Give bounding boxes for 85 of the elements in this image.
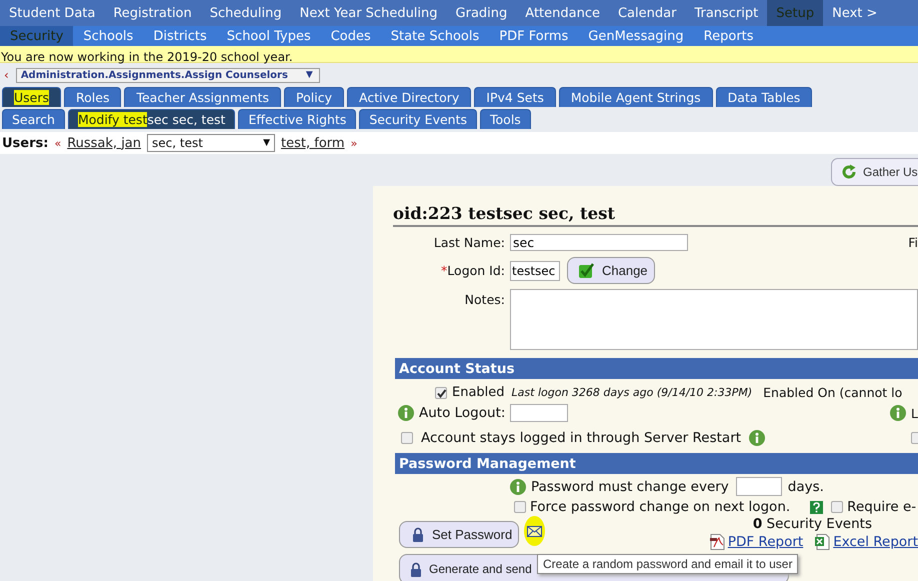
- checkbox[interactable]: [401, 432, 413, 444]
- pdf-icon: [710, 534, 725, 550]
- menu-item[interactable]: Scheduling: [200, 0, 291, 26]
- last-logon-text: Last logon 3268 days ago (9/14/10 2:33PM): [512, 386, 752, 399]
- excel-report-link[interactable]: Excel Report: [833, 534, 918, 550]
- next-user-link[interactable]: test, form: [281, 136, 345, 150]
- submenu-item[interactable]: PDF Forms: [489, 26, 578, 46]
- checkbox-label: Force password change on next logon.: [530, 499, 790, 515]
- field-label: Fi: [908, 235, 918, 250]
- info-icon: [510, 478, 526, 494]
- envelope-icon: [526, 526, 542, 536]
- lock-icon: [410, 562, 422, 576]
- tab[interactable]: Effective Rights: [238, 109, 356, 129]
- school-year-notice: You are now working in the 2019-20 school year.: [0, 50, 293, 64]
- checkbox[interactable]: [831, 501, 844, 513]
- info-icon: [749, 430, 766, 446]
- tab[interactable]: Mobile Agent Strings: [558, 87, 713, 107]
- submenu-item[interactable]: GenMessaging: [578, 26, 694, 46]
- record-title: oid:223 testsec sec, test: [393, 204, 918, 227]
- check-icon: [436, 388, 447, 398]
- tab[interactable]: Data Tables: [716, 87, 812, 107]
- previous-user-link[interactable]: Russak, jan: [67, 136, 142, 150]
- info-icon: [398, 405, 414, 421]
- tab[interactable]: Security Events: [359, 109, 478, 129]
- tab[interactable]: Tools: [480, 109, 531, 129]
- menu-item[interactable]: Calendar: [608, 0, 686, 26]
- next-arrow[interactable]: »: [350, 136, 358, 150]
- email-button[interactable]: [524, 516, 545, 546]
- info-icon: [890, 405, 906, 421]
- menu-item[interactable]: Student Data: [0, 0, 104, 26]
- input-field[interactable]: testsec: [510, 260, 560, 280]
- change-button[interactable]: Change: [567, 257, 655, 284]
- field-label: *Logon Id:: [440, 263, 505, 278]
- help-icon: [810, 500, 824, 514]
- submenu-item[interactable]: Districts: [143, 26, 217, 46]
- submenu-item[interactable]: Codes: [320, 26, 381, 46]
- tab[interactable]: Policy: [284, 87, 344, 107]
- spreadsheet-icon: [815, 534, 830, 550]
- pdf-report-link[interactable]: PDF Report: [728, 534, 804, 550]
- input-field[interactable]: [510, 404, 568, 422]
- users-label: Users:: [2, 136, 48, 150]
- check-icon: [578, 262, 594, 278]
- field-label: Password must change every: [531, 478, 729, 494]
- input-field[interactable]: [736, 477, 782, 496]
- lock-icon: [412, 527, 424, 542]
- field-label: L: [911, 406, 918, 420]
- field-label: Auto Logout:: [419, 405, 506, 421]
- checkbox-label: Account stays logged in through Server Restart: [421, 430, 742, 446]
- tab[interactable]: Search: [2, 109, 65, 129]
- tooltip: Create a random password and email it to user: [537, 554, 798, 574]
- checkbox[interactable]: [435, 386, 447, 398]
- enabled-on-label: Enabled On (cannot lo: [763, 385, 902, 400]
- submenu-item[interactable]: Reports: [694, 26, 764, 46]
- tab[interactable]: Active Directory: [347, 87, 472, 107]
- menu-item[interactable]: Registration: [104, 0, 201, 26]
- tab[interactable]: Roles: [64, 87, 122, 107]
- gather-button[interactable]: Gather Us: [831, 158, 918, 186]
- page-select[interactable]: Administration.Assignments.Assign Counselors ▼: [16, 68, 320, 82]
- menu-item[interactable]: Grading: [446, 0, 516, 26]
- user-select[interactable]: sec, test ▼: [147, 134, 276, 152]
- tab[interactable]: IPv4 Sets: [474, 87, 556, 107]
- section-header: Password Management: [395, 453, 918, 474]
- section-header: Account Status: [395, 358, 918, 379]
- checkbox-label: Require e-: [847, 499, 916, 515]
- refresh-icon: [841, 164, 857, 180]
- submenu-item[interactable]: State Schools: [380, 26, 490, 46]
- tab[interactable]: Users: [2, 87, 62, 107]
- checkbox-label: Enabled: [452, 385, 505, 400]
- menu-item[interactable]: Next Year Scheduling: [290, 0, 447, 26]
- field-label: Last Name:: [432, 235, 505, 250]
- menu-item[interactable]: Attendance: [516, 0, 609, 26]
- set-password-button[interactable]: Set Password: [399, 521, 519, 548]
- field-label: Notes:: [464, 291, 505, 307]
- notes-field[interactable]: [510, 289, 918, 350]
- menu-item[interactable]: Transcript: [685, 0, 768, 26]
- tab[interactable]: Teacher Assignments: [124, 87, 282, 107]
- security-events-count: 0 Security Events: [752, 516, 872, 532]
- submenu-item[interactable]: School Types: [216, 26, 321, 46]
- field-label: days.: [788, 478, 824, 494]
- back-link[interactable]: ‹: [4, 68, 9, 82]
- submenu-item[interactable]: Schools: [73, 26, 144, 46]
- input-field[interactable]: sec: [510, 234, 688, 251]
- menu-item[interactable]: Next >: [823, 0, 886, 26]
- previous-arrow[interactable]: «: [54, 136, 62, 150]
- checkbox[interactable]: [514, 501, 526, 513]
